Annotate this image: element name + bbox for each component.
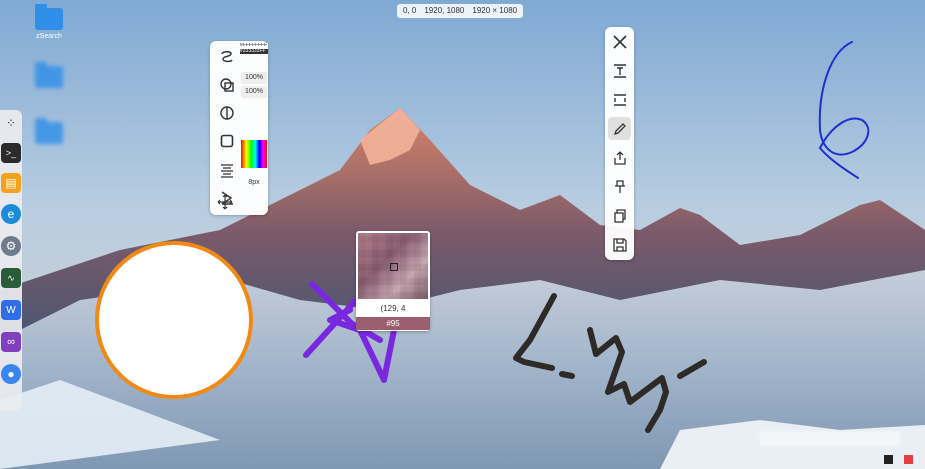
- align-text-icon[interactable]: [216, 159, 238, 181]
- square-icon[interactable]: [216, 130, 238, 152]
- capture-toolbar: [605, 27, 634, 260]
- tray-color-dark[interactable]: [884, 455, 893, 464]
- pen-size-value[interactable]: 8px: [243, 177, 265, 189]
- shape-overlap-icon[interactable]: [216, 74, 238, 96]
- blue-stroke: [818, 41, 870, 179]
- drawing-layer: [303, 41, 870, 433]
- pin-icon[interactable]: [608, 175, 631, 198]
- contrast-icon[interactable]: [216, 102, 238, 124]
- opacity-value-1[interactable]: 100%: [241, 72, 267, 84]
- blurred-tray-area: [760, 432, 900, 446]
- desktop-background: 0, 0 1920, 1080 1920 × 1080 zSearch ⁘ >_…: [0, 0, 925, 469]
- color-palette[interactable]: [241, 140, 267, 168]
- magnifier-hex: #95: [356, 317, 430, 330]
- expand-height-icon[interactable]: [608, 88, 631, 111]
- drawing-options-toolbar: #FFFFFFFF #333333FF 100% 100% 8px: [210, 41, 268, 215]
- crosshair-icon: [390, 263, 398, 271]
- magnifier-coords: (129, 4: [380, 304, 406, 313]
- tray-color-red[interactable]: [904, 455, 913, 464]
- save-icon[interactable]: [608, 233, 631, 256]
- copy-icon[interactable]: [608, 204, 631, 227]
- secondary-color-value: #333333FF: [240, 48, 268, 54]
- pen-icon[interactable]: [608, 117, 631, 140]
- close-icon[interactable]: [608, 30, 631, 53]
- color-values[interactable]: #FFFFFFFF #333333FF: [240, 43, 268, 69]
- opacity-value-2[interactable]: 100%: [241, 86, 267, 98]
- share-icon[interactable]: [608, 146, 631, 169]
- move-icon[interactable]: [216, 193, 234, 211]
- color-magnifier: (129, 4 #95: [356, 231, 430, 331]
- text-insert-icon[interactable]: [608, 59, 631, 82]
- dark-stroke: [513, 293, 707, 433]
- curve-icon[interactable]: [216, 46, 238, 68]
